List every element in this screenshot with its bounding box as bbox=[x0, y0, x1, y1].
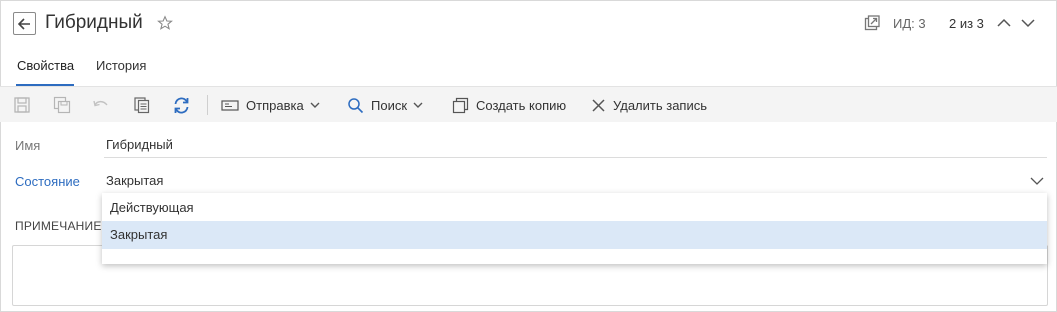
copy-icon[interactable] bbox=[133, 96, 151, 114]
refresh-icon[interactable] bbox=[172, 96, 191, 115]
header: Гибридный ИД: 3 2 из 3 bbox=[0, 0, 1057, 46]
duplicate-icon bbox=[452, 97, 469, 113]
chevron-up-icon[interactable] bbox=[996, 15, 1012, 31]
state-dropdown-menu: Действующая Закрытая bbox=[102, 193, 1047, 264]
toolbar-separator bbox=[207, 95, 208, 115]
chevron-down-icon bbox=[413, 102, 423, 108]
chevron-down-icon[interactable] bbox=[1030, 176, 1044, 186]
name-field-label: Имя bbox=[15, 138, 41, 153]
page-title: Гибридный bbox=[45, 12, 143, 33]
delete-record-label: Удалить запись bbox=[613, 97, 708, 113]
open-external-icon[interactable] bbox=[864, 15, 880, 31]
send-button[interactable]: Отправка bbox=[221, 96, 320, 114]
undo-icon[interactable] bbox=[92, 96, 110, 114]
search-icon bbox=[348, 97, 364, 113]
arrow-left-icon bbox=[18, 17, 30, 30]
delete-record-button[interactable]: Удалить запись bbox=[591, 96, 707, 114]
record-id-label: ИД: 3 bbox=[893, 16, 926, 31]
pager-label: 2 из 3 bbox=[949, 16, 984, 31]
send-label: Отправка bbox=[246, 97, 304, 113]
chevron-down-icon[interactable] bbox=[1020, 15, 1036, 31]
chevron-down-icon bbox=[310, 102, 320, 108]
state-select[interactable]: Закрытая bbox=[104, 172, 1047, 194]
tab-history[interactable]: История bbox=[96, 58, 146, 83]
create-copy-button[interactable]: Создать копию bbox=[452, 96, 566, 114]
name-field[interactable]: Гибридный bbox=[104, 136, 1047, 158]
create-copy-label: Создать копию bbox=[476, 97, 567, 113]
search-label: Поиск bbox=[371, 97, 408, 113]
save-icon[interactable] bbox=[13, 96, 31, 114]
tab-bar: Свойства История bbox=[0, 46, 1057, 86]
back-button[interactable] bbox=[13, 12, 36, 35]
note-section-label: ПРИМЕЧАНИЕ bbox=[15, 219, 102, 233]
save-and-close-icon[interactable] bbox=[53, 96, 71, 114]
send-icon bbox=[221, 100, 239, 111]
search-button[interactable]: Поиск bbox=[347, 96, 423, 114]
toolbar: Отправка Поиск Создать копию Удалить зап… bbox=[0, 86, 1057, 122]
tab-properties[interactable]: Свойства bbox=[17, 58, 74, 83]
star-icon[interactable] bbox=[157, 15, 173, 31]
state-field-label[interactable]: Состояние bbox=[15, 174, 80, 189]
close-icon bbox=[592, 98, 605, 112]
dropdown-option-active[interactable]: Действующая bbox=[102, 194, 1047, 222]
dropdown-option-closed[interactable]: Закрытая bbox=[102, 221, 1047, 249]
